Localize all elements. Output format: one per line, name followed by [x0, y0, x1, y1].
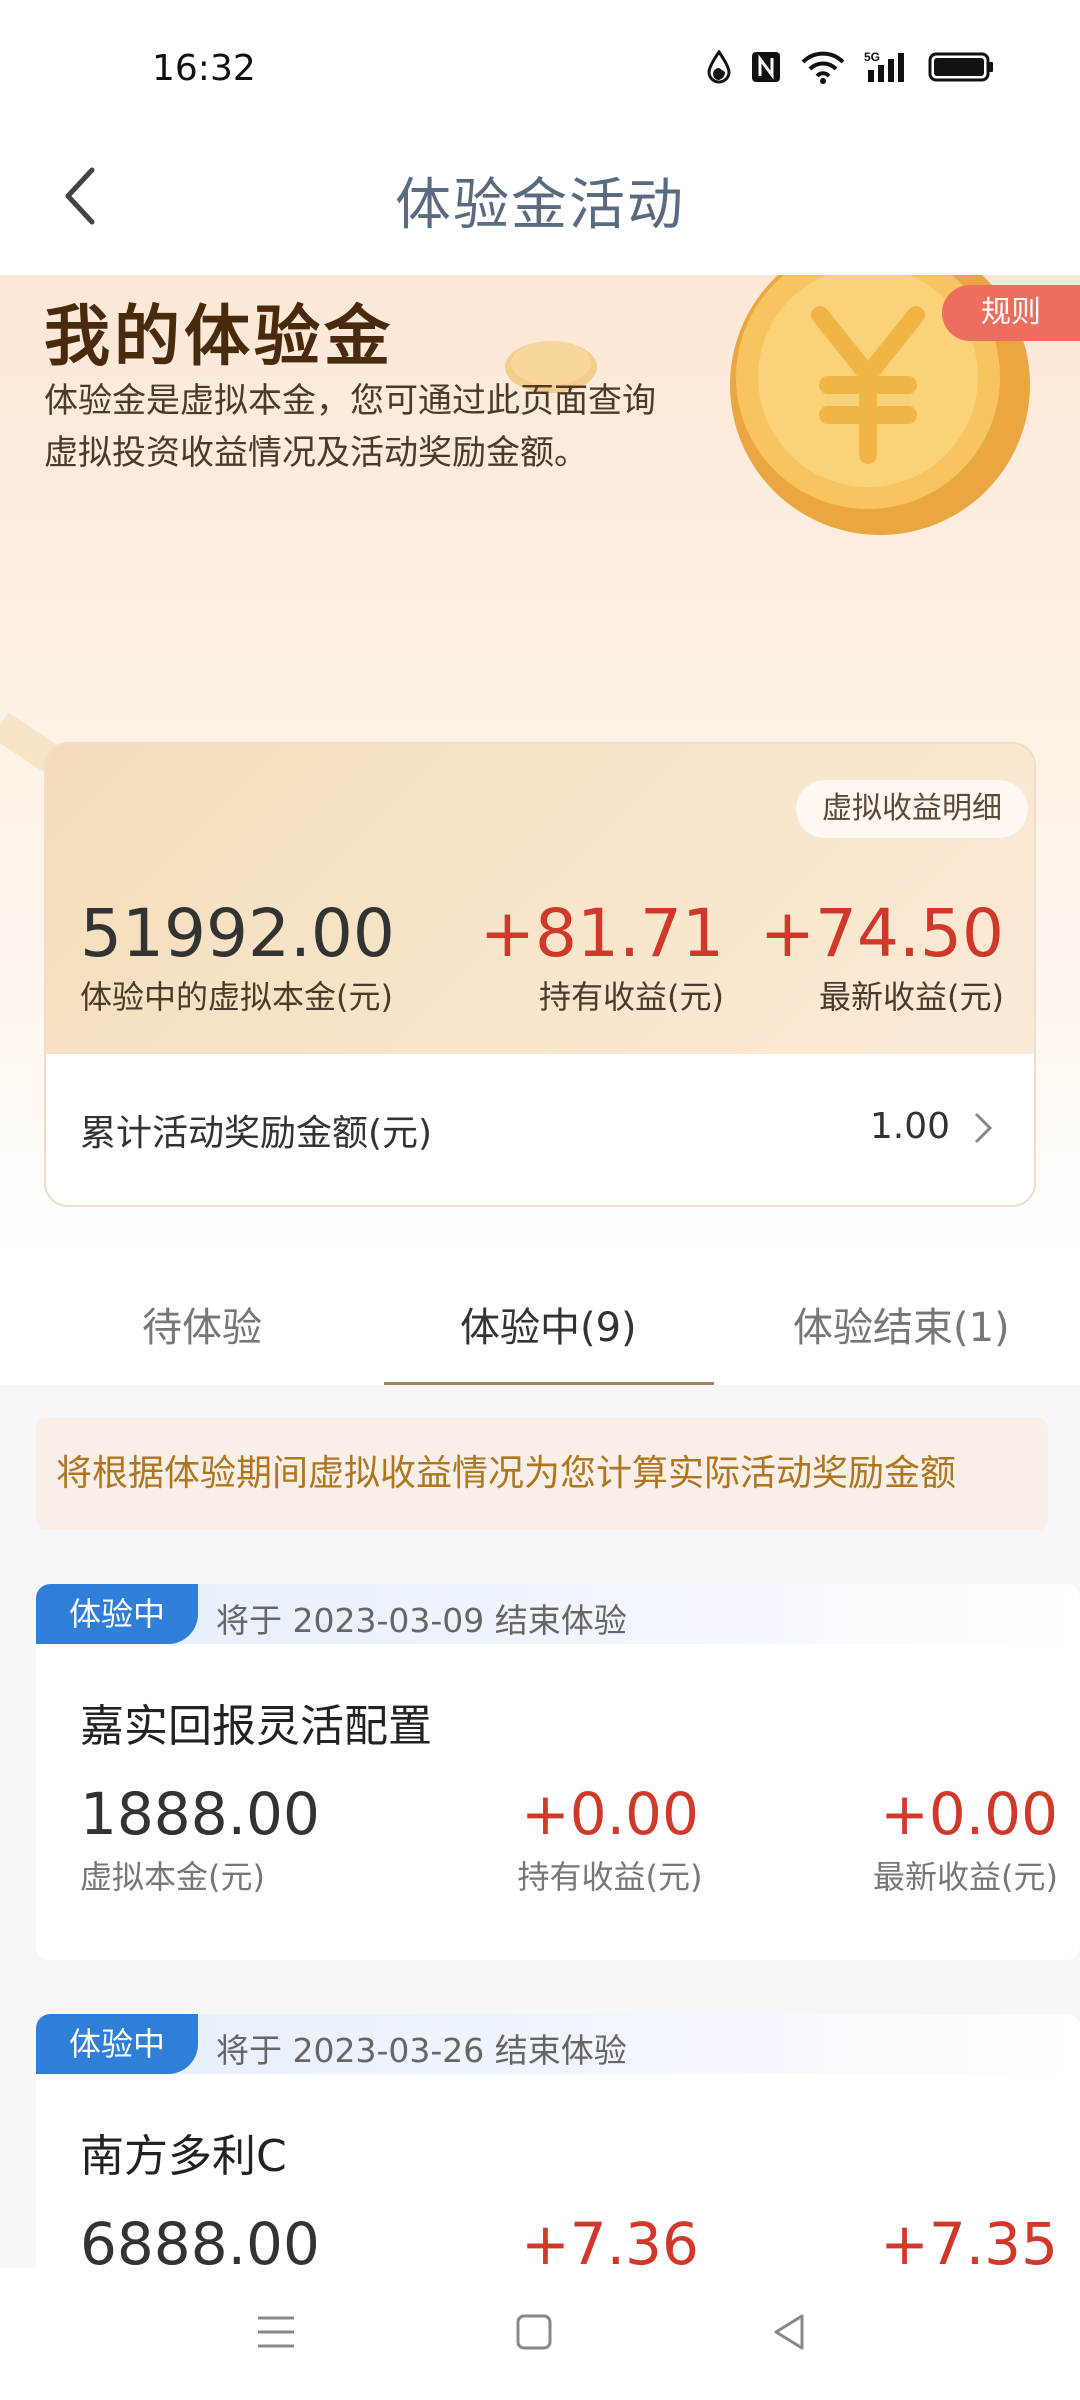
fund-card[interactable]: 体验中 将于 2023-03-09 结束体验 嘉实回报灵活配置 1888.00 …	[36, 1584, 1080, 1960]
cumulative-reward-row[interactable]: 累计活动奖励金额(元) 1.00	[46, 1054, 1034, 1205]
wifi-icon	[801, 51, 845, 84]
hold-income-value: +81.71	[479, 895, 724, 972]
battery-icon	[928, 52, 993, 82]
reward-value: 1.00	[869, 1106, 950, 1147]
back-triangle-icon[interactable]	[766, 2308, 814, 2356]
principal-label: 体验中的虚拟本金(元)	[80, 978, 393, 1016]
tab-ended[interactable]: 体验结束(1)	[793, 1295, 1010, 1353]
home-icon[interactable]	[510, 2308, 558, 2356]
reward-label: 累计活动奖励金额(元)	[80, 1113, 433, 1154]
fund-card-header: 体验中 将于 2023-03-26 结束体验	[36, 2014, 1080, 2074]
svg-text:5G: 5G	[864, 50, 880, 64]
latest-income-label: 最新收益(元)	[819, 978, 1004, 1016]
hold-income-label: 持有收益(元)	[539, 978, 724, 1016]
status-badge: 体验中	[36, 1584, 198, 1644]
status-time: 16:32	[152, 48, 256, 89]
end-date-text: 将于 2023-03-09 结束体验	[216, 1601, 627, 1640]
principal-stat: 51992.00 体验中的虚拟本金(元)	[80, 894, 395, 1018]
tab-pending[interactable]: 待体验	[142, 1295, 262, 1353]
status-bar: 16:32 5G	[0, 0, 1080, 120]
active-tab-indicator	[384, 1382, 714, 1385]
nfc-icon	[752, 52, 780, 82]
fund-hold-value: +0.00	[521, 1780, 699, 1848]
latest-income-stat: +74.50 最新收益(元)	[760, 894, 1004, 1018]
summary-card: 虚拟收益明细 51992.00 体验中的虚拟本金(元) +81.71 持有收益(…	[44, 742, 1036, 1207]
system-navigation-bar	[0, 2268, 1080, 2400]
signal-5g-icon: 5G	[864, 50, 904, 82]
fund-principal-value: 1888.00	[80, 1780, 320, 1848]
notice-banner: 将根据体验期间虚拟收益情况为您计算实际活动奖励金额	[36, 1418, 1048, 1530]
page-title: 体验金活动	[395, 173, 685, 238]
chevron-right-icon	[974, 1112, 993, 1144]
menu-icon[interactable]	[252, 2308, 300, 2356]
hold-income-stat: +81.71 持有收益(元)	[480, 894, 724, 1018]
latest-income-value: +74.50	[759, 895, 1004, 972]
fund-latest-stat: +0.00 最新收益(元)	[873, 1780, 1058, 1898]
tab-bar: 待体验 体验中(9) 体验结束(1)	[0, 1255, 1080, 1385]
fund-hold-label: 持有收益(元)	[517, 1858, 703, 1896]
status-badge: 体验中	[36, 2014, 198, 2074]
end-date-text: 将于 2023-03-26 结束体验	[216, 2031, 627, 2070]
fund-principal-stat: 1888.00 虚拟本金(元)	[80, 1780, 320, 1898]
hero-description: 体验金是虚拟本金，您可通过此页面查询虚拟投资收益情况及活动奖励金额。	[44, 381, 656, 473]
fund-name: 南方多利C	[80, 2131, 287, 2182]
fund-hold-stat: +0.00 持有收益(元)	[480, 1780, 740, 1898]
status-icons: 5G	[706, 50, 994, 84]
fund-name: 嘉实回报灵活配置	[80, 1701, 432, 1752]
hero-title: 我的体验金	[44, 298, 394, 375]
rules-button[interactable]: 规则	[942, 285, 1080, 341]
fund-card-header: 体验中 将于 2023-03-09 结束体验	[36, 1584, 1080, 1644]
principal-value: 51992.00	[80, 895, 395, 972]
virtual-income-detail-button[interactable]: 虚拟收益明细	[796, 780, 1028, 838]
tab-in-progress[interactable]: 体验中(9)	[460, 1295, 637, 1353]
nav-bar: 体验金活动	[0, 120, 1080, 275]
fund-principal-label: 虚拟本金(元)	[80, 1858, 265, 1896]
fund-latest-value: +0.00	[880, 1780, 1058, 1848]
fund-latest-label: 最新收益(元)	[873, 1858, 1058, 1896]
drop-icon	[707, 50, 731, 84]
summary-top: 虚拟收益明细 51992.00 体验中的虚拟本金(元) +81.71 持有收益(…	[46, 744, 1034, 1054]
